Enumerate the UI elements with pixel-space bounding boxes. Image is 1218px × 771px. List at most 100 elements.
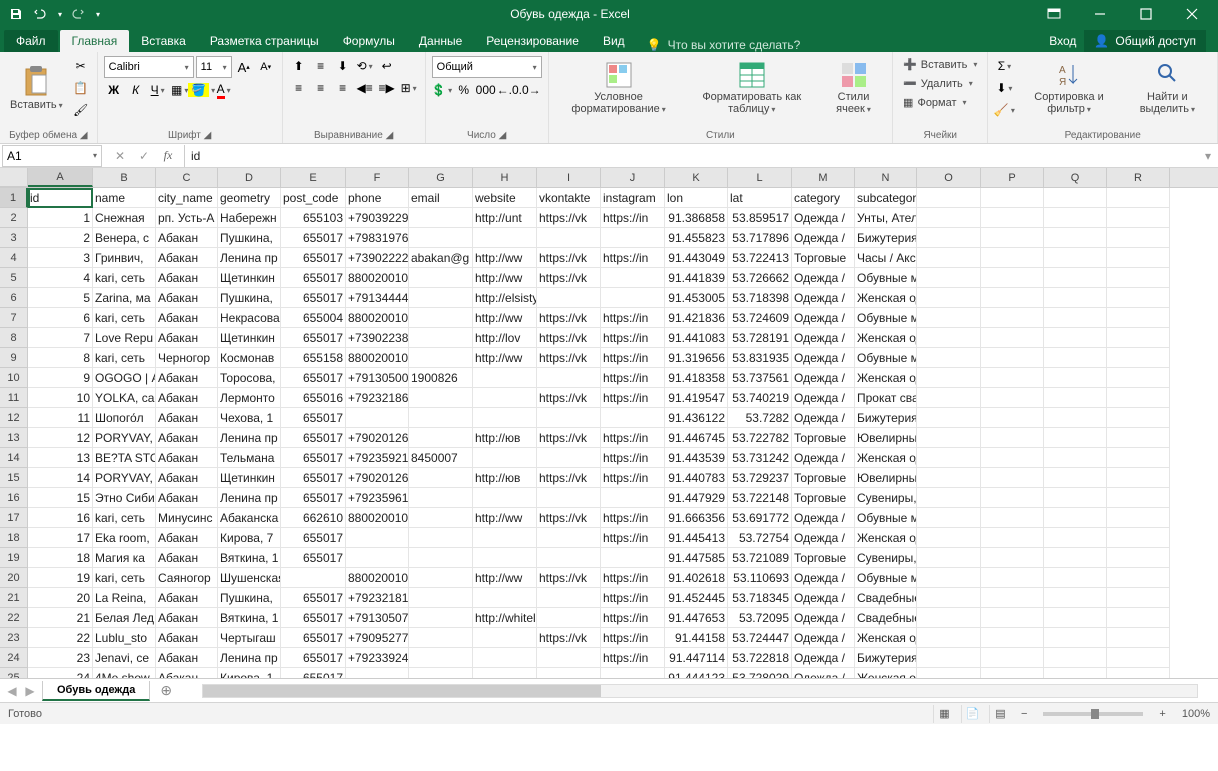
cell[interactable]: website — [473, 188, 537, 208]
cell[interactable] — [1044, 328, 1107, 348]
cell[interactable] — [473, 628, 537, 648]
cell[interactable] — [1107, 548, 1170, 568]
cell[interactable]: 7 — [28, 328, 93, 348]
cell[interactable] — [981, 288, 1044, 308]
cell[interactable] — [409, 308, 473, 328]
spreadsheet-grid[interactable]: ABCDEFGHIJKLMNOPQR 1idnamecity_namegeome… — [0, 168, 1218, 678]
cell[interactable]: https://in — [601, 328, 665, 348]
cell[interactable]: 53.72095 — [728, 608, 792, 628]
cell[interactable] — [1107, 428, 1170, 448]
font-name-combo[interactable]: Calibri▾ — [104, 56, 194, 78]
cell[interactable]: 53.728191 — [728, 328, 792, 348]
cell[interactable]: Одежда / — [792, 288, 855, 308]
col-header[interactable]: B — [93, 168, 156, 187]
cell[interactable]: Абакан — [156, 268, 218, 288]
font-color-icon[interactable]: A▾ — [214, 80, 234, 100]
delete-cells-button[interactable]: ➖Удалить▾ — [899, 75, 981, 92]
cell[interactable]: 8450007 — [409, 448, 473, 468]
cell[interactable] — [1107, 488, 1170, 508]
cell[interactable]: YOLKA, са — [93, 388, 156, 408]
cell[interactable]: 6 — [28, 308, 93, 328]
cell[interactable]: Торосова, — [218, 368, 281, 388]
row-header[interactable]: 15 — [0, 468, 28, 488]
cell[interactable]: lat — [728, 188, 792, 208]
cell[interactable]: 655017 — [281, 428, 346, 448]
cell[interactable] — [1107, 388, 1170, 408]
cell[interactable] — [537, 448, 601, 468]
cell[interactable] — [473, 588, 537, 608]
cell[interactable]: http://unt — [473, 208, 537, 228]
cell[interactable] — [409, 568, 473, 588]
cell[interactable] — [409, 488, 473, 508]
cell[interactable]: 91.447114 — [665, 648, 728, 668]
cell[interactable]: Jenavi, се — [93, 648, 156, 668]
sort-filter-button[interactable]: АЯ Сортировка и фильтр▾ — [1018, 56, 1119, 120]
cell[interactable]: Абакан — [156, 248, 218, 268]
align-right-icon[interactable]: ≡ — [333, 78, 353, 98]
cell[interactable]: 91.440783 — [665, 468, 728, 488]
cell[interactable]: 53.717896 — [728, 228, 792, 248]
redo-icon[interactable] — [70, 6, 86, 22]
cell[interactable]: abakan@g — [409, 248, 473, 268]
cell[interactable] — [917, 188, 981, 208]
cell[interactable]: http://ww — [473, 508, 537, 528]
cell[interactable] — [409, 548, 473, 568]
cell[interactable]: Магия ка — [93, 548, 156, 568]
cell[interactable]: 88002001063 — [346, 308, 409, 328]
cell[interactable]: 53.718398 — [728, 288, 792, 308]
cell[interactable]: 91.455823 — [665, 228, 728, 248]
tell-me-search[interactable]: 💡 Что вы хотите сделать? — [647, 38, 801, 52]
col-header[interactable]: L — [728, 168, 792, 187]
col-header[interactable]: Q — [1044, 168, 1107, 187]
cell[interactable]: Абакан — [156, 608, 218, 628]
cell[interactable] — [409, 388, 473, 408]
tab-nav-next-icon[interactable]: ▶ — [22, 684, 38, 698]
cell[interactable]: 655017 — [281, 488, 346, 508]
cell[interactable] — [917, 368, 981, 388]
cell[interactable]: 91.447585 — [665, 548, 728, 568]
cell[interactable]: http://ww — [473, 348, 537, 368]
cell[interactable] — [917, 608, 981, 628]
cell[interactable]: 19 — [28, 568, 93, 588]
cell[interactable]: 655017 — [281, 328, 346, 348]
cell[interactable]: 53.724609 — [728, 308, 792, 328]
cell[interactable]: 53.831935 — [728, 348, 792, 368]
cell[interactable] — [917, 348, 981, 368]
cell[interactable]: Торговые — [792, 248, 855, 268]
cell[interactable]: PORYVAY, — [93, 468, 156, 488]
cell[interactable] — [917, 388, 981, 408]
cell[interactable]: Белая Лед — [93, 608, 156, 628]
cell[interactable] — [1044, 508, 1107, 528]
cell[interactable] — [917, 268, 981, 288]
cell[interactable] — [346, 528, 409, 548]
col-header[interactable]: J — [601, 168, 665, 187]
cell[interactable] — [1044, 208, 1107, 228]
cell[interactable]: 655103 — [281, 208, 346, 228]
cell[interactable]: 16 — [28, 508, 93, 528]
cell[interactable]: +79235961745 — [346, 488, 409, 508]
cell[interactable]: Абакан — [156, 468, 218, 488]
insert-cells-button[interactable]: ➕Вставить▾ — [899, 56, 981, 73]
cell[interactable] — [537, 408, 601, 428]
cell[interactable]: http://ww — [473, 308, 537, 328]
cell[interactable]: https://in — [601, 388, 665, 408]
zoom-out-icon[interactable]: − — [1017, 708, 1031, 720]
merge-icon[interactable]: ⊞▾ — [399, 78, 419, 98]
page-break-view-icon[interactable]: ▤ — [989, 705, 1011, 723]
cell[interactable] — [473, 448, 537, 468]
cell[interactable]: Ювелирные изделия, Покупка драгоценных м… — [855, 428, 917, 448]
cell[interactable] — [1044, 308, 1107, 328]
cell[interactable] — [917, 468, 981, 488]
orientation-icon[interactable]: ⟲▾ — [355, 56, 375, 76]
cell[interactable]: Lublu_sto — [93, 628, 156, 648]
sheet-tab-active[interactable]: Обувь одежда — [42, 681, 150, 701]
cell[interactable] — [981, 448, 1044, 468]
cell[interactable]: 53.740219 — [728, 388, 792, 408]
bold-icon[interactable]: Ж — [104, 80, 124, 100]
cell[interactable]: Пушкина, — [218, 588, 281, 608]
cell[interactable]: 12 — [28, 428, 93, 448]
cell[interactable]: Чертыгаш — [218, 628, 281, 648]
cell[interactable] — [537, 488, 601, 508]
cell[interactable] — [917, 668, 981, 678]
cell[interactable]: https://vk — [537, 468, 601, 488]
